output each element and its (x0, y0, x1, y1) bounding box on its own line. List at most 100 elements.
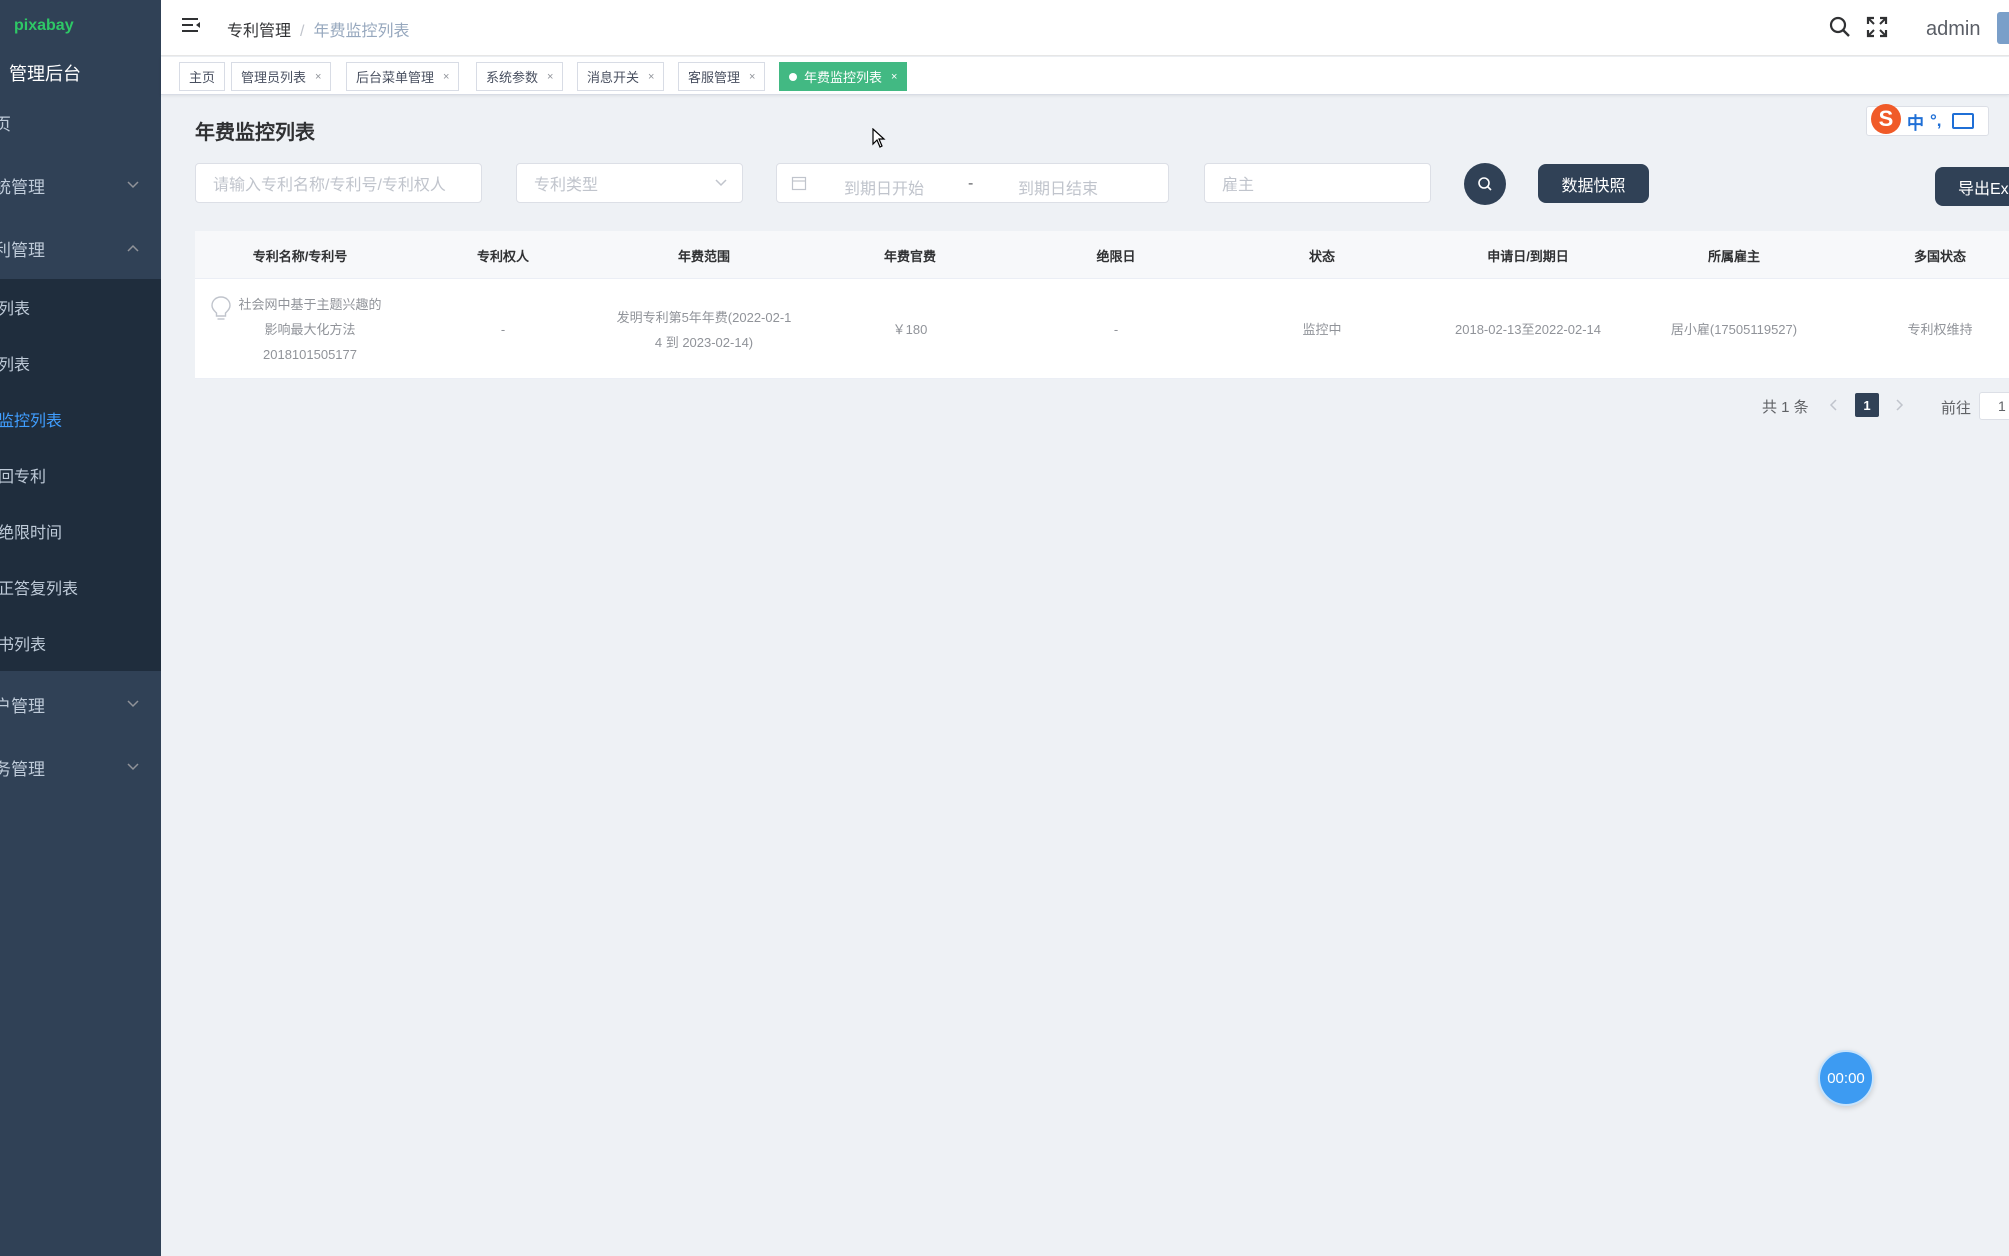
chevron-up-icon (127, 244, 139, 252)
tag-label: 后台菜单管理 (356, 70, 435, 85)
chevron-down-icon (127, 763, 139, 771)
column-header: 状态 (1308, 248, 1335, 264)
chevron-left-icon[interactable] (1829, 395, 1839, 415)
submenu-item[interactable]: 绝限时间 (0, 503, 161, 559)
tag-label: 消息开关 (587, 70, 640, 85)
chevron-right-icon[interactable] (1894, 395, 1904, 415)
tag-label: 客服管理 (688, 70, 741, 85)
submenu-item[interactable]: 列表 (0, 279, 161, 335)
sidebar-item-label: 统管理 (0, 177, 45, 197)
patent-submenu: 列表 列表 监控列表 回专利 绝限时间 正答复列表 书列表 (0, 279, 161, 671)
goto-page-input[interactable]: 1 (1979, 392, 2009, 420)
sidebar-item-business[interactable]: 务管理 (0, 739, 161, 795)
sidebar-item-home[interactable]: 页 (0, 94, 161, 150)
keyword-search-input[interactable]: 请输入专利名称/专利号/专利权人 (195, 163, 482, 203)
page-number-button[interactable]: 1 (1855, 393, 1879, 417)
submenu-item-label: 列表 (0, 301, 31, 318)
column-header: 年费范围 (677, 248, 730, 264)
search-icon (1478, 177, 1492, 191)
export-excel-button[interactable]: 导出Excel (1935, 167, 2009, 206)
avatar[interactable] (1997, 12, 2009, 44)
patent-type-select[interactable]: 专利类型 (516, 163, 743, 203)
timer-badge[interactable]: 00:00 (1818, 1050, 1874, 1106)
column-header: 申请日/到期日 (1487, 248, 1569, 264)
tags-view: 主页 管理员列表 × 后台菜单管理 × 系统参数 × 消息开关 × 客服管理 × 年费监控… (161, 57, 2009, 95)
fullscreen-icon[interactable] (1866, 16, 1888, 38)
tag-system-params[interactable]: 系统参数 × (476, 62, 564, 91)
sidebar-item-label: 利管理 (0, 240, 45, 260)
submenu-item[interactable]: 列表 (0, 335, 161, 391)
column-header: 专利权人 (476, 248, 529, 264)
submenu-item-label: 书列表 (0, 637, 47, 654)
close-icon[interactable]: × (315, 71, 321, 83)
tag-menu-management[interactable]: 后台菜单管理 × (346, 62, 460, 91)
search-button[interactable] (1464, 163, 1506, 205)
breadcrumb-separator: / (300, 23, 305, 40)
sidebar: pixabay 管理后台 页 统管理 利管理 列表 列表 监控列表 回专利 绝限… (0, 0, 161, 1256)
tag-admin-list[interactable]: 管理员列表 × (231, 62, 332, 91)
breadcrumb: 专利管理 / 年费监控列表 (227, 17, 409, 41)
ime-toolbar[interactable]: S 中 °, (1866, 104, 1989, 136)
breadcrumb-item[interactable]: 专利管理 (227, 23, 291, 40)
submenu-item[interactable]: 正答复列表 (0, 559, 161, 615)
submenu-item[interactable]: 回专利 (0, 447, 161, 503)
logo: pixabay (14, 17, 74, 34)
pagination: 共 1 条 1 前往 1 (0, 392, 2009, 420)
breadcrumb-current: 年费监控列表 (313, 23, 410, 40)
expiry-date-range-picker[interactable]: 到期日开始 - 到期日结束 (776, 163, 1169, 203)
mouse-cursor-icon (872, 128, 886, 148)
tag-label: 主页 (189, 70, 216, 85)
close-icon[interactable]: × (749, 71, 755, 83)
employer-placeholder: 雇主 (1222, 177, 1255, 194)
submenu-item-label: 列表 (0, 357, 31, 374)
hamburger-icon[interactable] (181, 15, 201, 35)
date-start-placeholder[interactable]: 到期日开始 (844, 175, 924, 199)
keyword-placeholder: 请输入专利名称/专利号/专利权人 (213, 177, 446, 194)
sidebar-item-customer[interactable]: 户管理 (0, 676, 161, 732)
tag-home[interactable]: 主页 (179, 62, 226, 91)
submenu-item[interactable]: 书列表 (0, 615, 161, 671)
user-name[interactable]: admin (1926, 18, 1980, 41)
fee-range-cell: 发明专利第5年年费(2022-02-1 4 到 2023-02-14) (601, 280, 807, 379)
status-cell: 监控中 (1302, 322, 1342, 337)
date-end-placeholder[interactable]: 到期日结束 (1018, 175, 1098, 199)
keyboard-icon[interactable] (1951, 113, 1974, 129)
deadline-cell: - (1113, 322, 1119, 337)
sidebar-item-label: 页 (0, 114, 11, 134)
chevron-down-icon (127, 700, 139, 708)
tag-annual-fee-monitor[interactable]: 年费监控列表 × (779, 62, 908, 91)
official-fee-cell: ￥180 (892, 322, 928, 337)
tag-message-switch[interactable]: 消息开关 × (577, 62, 665, 91)
tag-label: 系统参数 (486, 70, 539, 85)
submenu-item-label: 回专利 (0, 469, 47, 486)
submenu-item-label: 绝限时间 (0, 525, 63, 542)
sidebar-item-system[interactable]: 统管理 (0, 157, 161, 213)
ime-punct[interactable]: °, (1930, 111, 1942, 131)
sidebar-item-patent[interactable]: 利管理 (0, 220, 161, 276)
tag-customer-service[interactable]: 客服管理 × (678, 62, 766, 91)
search-icon[interactable] (1829, 16, 1851, 38)
employer-input[interactable]: 雇主 (1204, 163, 1431, 203)
active-dot-icon (789, 72, 797, 81)
patent-type-placeholder: 专利类型 (534, 177, 599, 194)
calendar-icon (791, 176, 807, 191)
close-icon[interactable]: × (443, 71, 449, 83)
chevron-down-icon (715, 179, 727, 187)
patent-holder-cell: - (500, 322, 506, 337)
pagination-total: 共 1 条 (1762, 399, 1809, 416)
date-range-separator: - (968, 175, 974, 192)
ime-mode[interactable]: 中 (1907, 109, 1924, 134)
close-icon[interactable]: × (648, 71, 654, 83)
close-icon[interactable]: × (891, 71, 897, 83)
table-row[interactable]: 社会网中基于主题兴趣的 影响最大化方法 2018101505177 - 发明专利… (195, 280, 2009, 379)
data-snapshot-button[interactable]: 数据快照 (1538, 164, 1649, 203)
tag-label: 管理员列表 (241, 70, 307, 85)
page-title: 年费监控列表 (195, 122, 315, 144)
annual-fee-table: 专利名称/专利号 专利权人 年费范围 年费官费 绝限日 状态 申请日/到期日 所… (195, 231, 2009, 379)
top-header: 专利管理 / 年费监控列表 admin (161, 0, 2009, 56)
fee-range-line: 发明专利第5年年费(2022-02-1 (616, 309, 792, 325)
column-header: 专利名称/专利号 (252, 248, 348, 264)
close-icon[interactable]: × (547, 71, 553, 83)
patent-name-line: 影响最大化方法 (264, 322, 356, 337)
submenu-item-label: 正答复列表 (0, 581, 79, 598)
